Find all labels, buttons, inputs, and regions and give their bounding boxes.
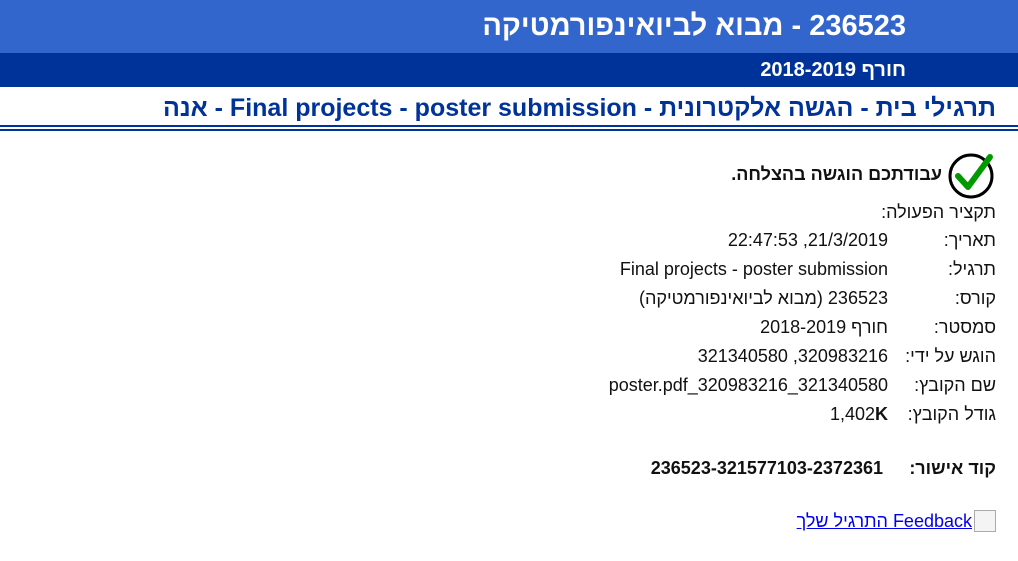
approval-label: קוד אישור: <box>909 458 996 478</box>
success-message: עבודתכם הוגשה בהצלחה. <box>731 149 996 199</box>
submitted-by-label: הוגש על ידי: <box>905 346 996 366</box>
summary-title: תקציר הפעולה: <box>881 202 996 222</box>
filesize-number: 1,402 <box>829 404 875 424</box>
broken-image-icon <box>974 510 996 532</box>
course-label: קורס: <box>954 288 996 308</box>
semester-value: חורף 2018-2019 <box>760 317 888 337</box>
date-label: תאריך: <box>943 230 996 250</box>
filename-label: שם הקובץ: <box>914 375 996 395</box>
header-course-bar: 236523 - מבוא לביואינפורמטיקה <box>0 0 1018 53</box>
feedback-link[interactable]: Feedback התרגיל שלך <box>797 511 972 532</box>
success-text: עבודתכם הוגשה בהצלחה. <box>731 163 942 184</box>
date-value: 21/3/2019, 22:47:53 <box>727 230 888 250</box>
filename-row: שם הקובץ: poster.pdf_320983216_321340580 <box>609 371 996 400</box>
semester-label: סמסטר: <box>933 317 996 337</box>
header-semester-bar: חורף 2018-2019 <box>0 53 1018 87</box>
checkmark-circle-icon <box>948 153 994 199</box>
exercise-row: תרגיל: Final projects - poster submissio… <box>609 255 996 284</box>
date-row: תאריך: 21/3/2019, 22:47:53 <box>609 226 996 255</box>
feedback-section: Feedback התרגיל שלך <box>797 510 996 532</box>
submitted-by-row: הוגש על ידי: 320983216, 321340580 <box>609 342 996 371</box>
approval-value: 236523-321577103-2372361 <box>650 458 883 478</box>
submitted-by-value: 320983216, 321340580 <box>697 346 888 366</box>
filesize-amount: 1,402K <box>830 404 888 424</box>
filesize-unit: K <box>875 404 888 424</box>
breadcrumb: תרגילי בית - הגשה אלקטרונית - Final proj… <box>162 94 996 122</box>
approval-code: קוד אישור: 236523-321577103-2372361 <box>651 458 996 479</box>
course-value: 236523 (מבוא לביואינפורמטיקה) <box>638 288 888 308</box>
exercise-value: Final projects - poster submission <box>619 259 888 279</box>
exercise-label: תרגיל: <box>948 259 996 279</box>
divider-bottom <box>0 129 1018 131</box>
page: 236523 - מבוא לביואינפורמטיקה חורף 2018-… <box>0 0 1018 561</box>
course-row: קורס: 236523 (מבוא לביואינפורמטיקה) <box>609 284 996 313</box>
divider-top <box>0 125 1018 127</box>
filesize-value: 1,402K <box>609 400 888 429</box>
filesize-label: גודל הקובץ: <box>907 404 996 424</box>
course-title: 236523 - מבוא לביואינפורמטיקה <box>482 10 906 42</box>
filename-value: poster.pdf_320983216_321340580 <box>608 375 888 395</box>
filesize-row: גודל הקובץ: 1,402K <box>609 400 996 429</box>
details-table: תאריך: 21/3/2019, 22:47:53 תרגיל: Final … <box>609 226 996 429</box>
semester-row: סמסטר: חורף 2018-2019 <box>609 313 996 342</box>
semester-title: חורף 2018-2019 <box>760 58 906 81</box>
